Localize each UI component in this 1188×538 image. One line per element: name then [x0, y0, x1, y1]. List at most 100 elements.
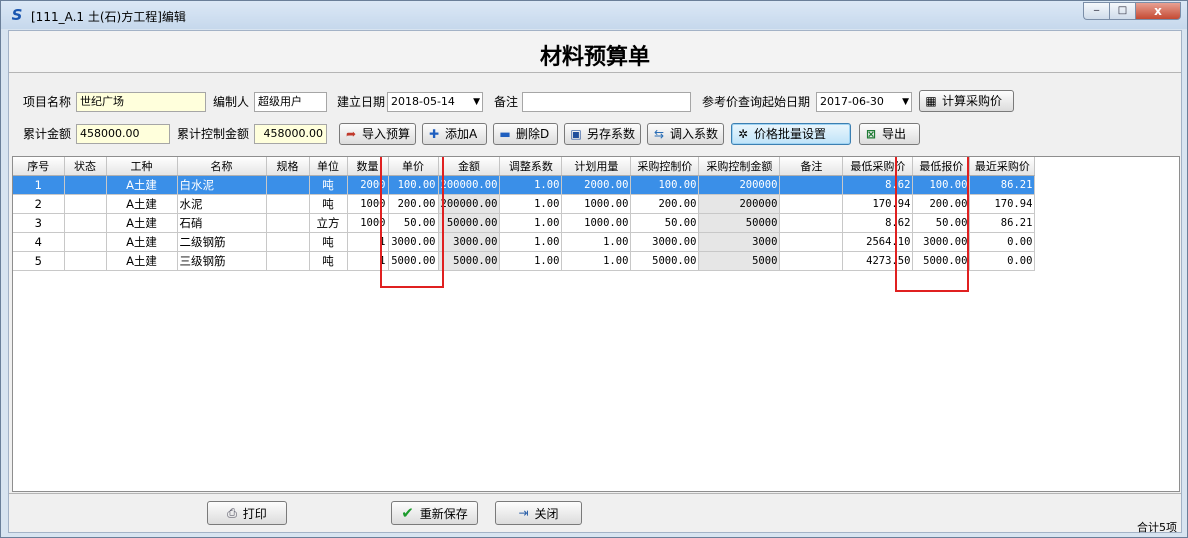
import-budget-button[interactable]: ➦ 导入预算 — [339, 123, 416, 145]
table-cell[interactable]: 1 — [347, 232, 389, 252]
save-coeff-button[interactable]: ▣ 另存系数 — [564, 123, 641, 145]
load-coeff-button[interactable]: ⇆ 调入系数 — [647, 123, 724, 145]
table-cell[interactable] — [64, 213, 107, 233]
table-cell[interactable] — [64, 232, 107, 252]
table-cell[interactable]: 50000 — [698, 213, 781, 233]
column-header[interactable]: 数量 — [347, 157, 389, 176]
table-cell[interactable]: 0.00 — [969, 251, 1036, 271]
table-cell[interactable]: 1.00 — [499, 175, 563, 195]
table-cell[interactable] — [64, 251, 107, 271]
table-cell[interactable]: 吨 — [309, 232, 348, 252]
table-cell[interactable]: 1.00 — [499, 232, 563, 252]
table-cell[interactable]: 吨 — [309, 194, 348, 214]
table-cell[interactable] — [779, 251, 844, 271]
table-cell[interactable] — [779, 175, 844, 195]
calc-purchase-price-button[interactable]: ▦ 计算采购价 — [919, 90, 1014, 112]
table-cell[interactable]: 二级钢筋 — [177, 232, 267, 252]
table-cell[interactable]: 100.00 — [912, 175, 971, 195]
table-cell[interactable]: A土建 — [106, 213, 178, 233]
column-header[interactable]: 最低报价 — [912, 157, 971, 176]
close-window-button[interactable]: x — [1135, 2, 1181, 20]
column-header[interactable]: 调整系数 — [499, 157, 563, 176]
table-cell[interactable]: 三级钢筋 — [177, 251, 267, 271]
table-cell[interactable]: 1.00 — [561, 232, 632, 252]
column-header[interactable]: 金额 — [438, 157, 501, 176]
table-cell[interactable]: 3000.00 — [438, 232, 501, 252]
table-cell[interactable]: 2564.10 — [842, 232, 914, 252]
table-cell[interactable] — [779, 194, 844, 214]
table-cell[interactable]: 3000.00 — [912, 232, 971, 252]
batch-price-button[interactable]: ✲ 价格批量设置 — [731, 123, 851, 145]
table-cell[interactable] — [779, 213, 844, 233]
table-row[interactable]: 2 A土建 水泥吨 1000 200.00 200000.00 1.00 1000.00 200… — [13, 194, 1036, 214]
column-header[interactable]: 工种 — [106, 157, 178, 176]
export-button[interactable]: ⊠ 导出 — [859, 123, 920, 145]
created-date-picker[interactable]: 2018-05-14 ▼ — [387, 92, 483, 112]
table-cell[interactable]: 50000.00 — [438, 213, 501, 233]
table-cell[interactable]: 2 — [13, 194, 65, 214]
table-cell[interactable]: 200000.00 — [438, 194, 501, 214]
table-cell[interactable]: 1000 — [347, 213, 389, 233]
column-header[interactable]: 最近采购价 — [969, 157, 1036, 176]
table-cell[interactable]: 200000.00 — [438, 175, 501, 195]
table-cell[interactable]: 3000.00 — [630, 232, 700, 252]
add-button[interactable]: ✚ 添加A — [422, 123, 487, 145]
project-name-field[interactable]: 世纪广场 — [76, 92, 206, 112]
table-cell[interactable]: 200.00 — [912, 194, 971, 214]
table-cell[interactable]: 1000 — [347, 194, 389, 214]
column-header[interactable]: 单位 — [309, 157, 348, 176]
table-row[interactable]: 1 A土建 白水泥吨 2000 100.00 200000.00 1.00 2000.00 10… — [13, 175, 1036, 195]
table-cell[interactable]: 5000 — [698, 251, 781, 271]
table-cell[interactable]: 0.00 — [969, 232, 1036, 252]
table-row[interactable]: 4 A土建 二级钢筋吨 1 3000.00 3000.00 1.00 1.00 3000.00 3… — [13, 232, 1036, 252]
table-cell[interactable]: A土建 — [106, 251, 178, 271]
table-cell[interactable]: 5000.00 — [388, 251, 439, 271]
table-cell[interactable]: 1000.00 — [561, 213, 632, 233]
title-bar[interactable]: S [111_A.1 土(石)方工程]编辑 ‒ □ x — [1, 1, 1187, 29]
table-cell[interactable] — [64, 175, 107, 195]
table-cell[interactable]: 100.00 — [630, 175, 700, 195]
table-cell[interactable]: 1.00 — [499, 251, 563, 271]
table-cell[interactable]: 1.00 — [561, 251, 632, 271]
ref-price-date-picker[interactable]: 2017-06-30 ▼ — [816, 92, 912, 112]
table-cell[interactable]: 170.94 — [842, 194, 914, 214]
table-cell[interactable]: 86.21 — [969, 213, 1036, 233]
table-cell[interactable] — [266, 194, 310, 214]
table-cell[interactable]: 200.00 — [388, 194, 439, 214]
table-cell[interactable]: A土建 — [106, 194, 178, 214]
column-header[interactable]: 名称 — [177, 157, 267, 176]
remark-field[interactable] — [522, 92, 691, 112]
table-cell[interactable]: A土建 — [106, 175, 178, 195]
compiler-field[interactable]: 超级用户 — [254, 92, 327, 112]
column-header[interactable]: 计划用量 — [561, 157, 632, 176]
table-cell[interactable]: A土建 — [106, 232, 178, 252]
total-control-field[interactable]: 458000.00 — [254, 124, 327, 144]
total-amount-field[interactable]: 458000.00 — [76, 124, 170, 144]
column-header[interactable]: 规格 — [266, 157, 310, 176]
table-cell[interactable]: 100.00 — [388, 175, 439, 195]
minimize-button[interactable]: ‒ — [1083, 2, 1109, 20]
column-header[interactable]: 采购控制价 — [630, 157, 700, 176]
table-cell[interactable]: 1.00 — [499, 194, 563, 214]
table-cell[interactable]: 石硝 — [177, 213, 267, 233]
table-cell[interactable] — [266, 213, 310, 233]
table-cell[interactable]: 5000.00 — [630, 251, 700, 271]
close-button[interactable]: ⇥ 关闭 — [495, 501, 582, 525]
table-cell[interactable]: 立方 — [309, 213, 348, 233]
table-cell[interactable]: 4 — [13, 232, 65, 252]
table-cell[interactable]: 5000.00 — [438, 251, 501, 271]
table-cell[interactable]: 1000.00 — [561, 194, 632, 214]
table-cell[interactable]: 水泥 — [177, 194, 267, 214]
table-row[interactable]: 3 A土建 石硝 立方 1000 50.00 50000.00 1.00 1000.00 50.0… — [13, 213, 1036, 233]
table-cell[interactable]: 5 — [13, 251, 65, 271]
column-header[interactable]: 最低采购价 — [842, 157, 914, 176]
table-cell[interactable]: 5000.00 — [912, 251, 971, 271]
table-cell[interactable]: 8.62 — [842, 213, 914, 233]
table-cell[interactable]: 50.00 — [912, 213, 971, 233]
table-cell[interactable]: 3000 — [698, 232, 781, 252]
table-cell[interactable]: 200000 — [698, 194, 781, 214]
table-cell[interactable] — [779, 232, 844, 252]
table-row[interactable]: 5 A土建 三级钢筋吨 1 5000.00 5000.00 1.00 1.00 5000.00 5… — [13, 251, 1036, 271]
table-cell[interactable]: 1.00 — [499, 213, 563, 233]
table-cell[interactable]: 8.62 — [842, 175, 914, 195]
